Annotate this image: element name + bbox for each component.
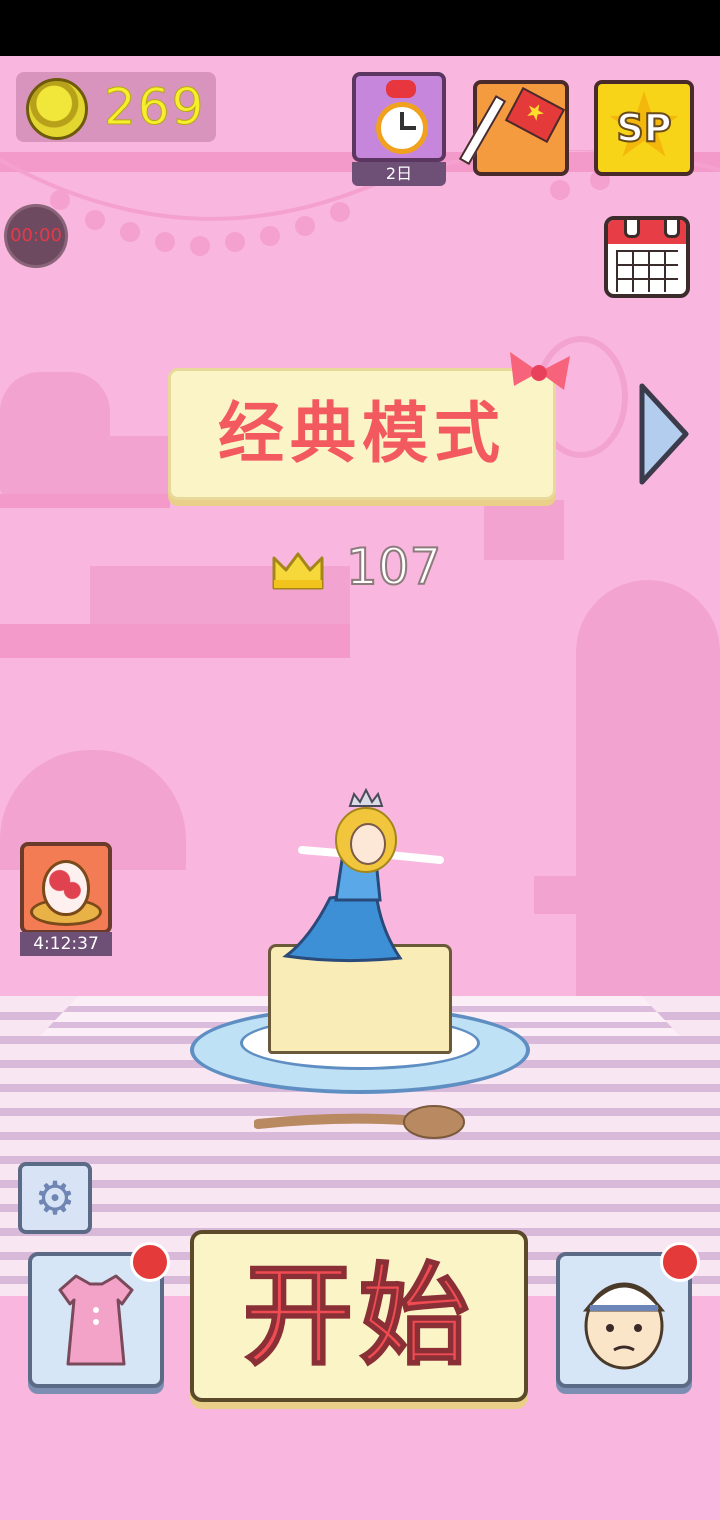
mode-title: 经典模式 <box>218 395 506 472</box>
best-score: 107 <box>345 537 442 597</box>
calendar-ring <box>664 220 680 238</box>
egg-icon <box>42 860 90 916</box>
daily-reward-button[interactable] <box>352 72 446 162</box>
flag-button[interactable]: ★ <box>458 80 569 176</box>
clock-hand <box>400 126 416 130</box>
notification-dot <box>130 1242 170 1282</box>
bow-icon <box>510 352 570 390</box>
calendar-button[interactable] <box>604 216 690 298</box>
calendar-grid <box>616 250 678 292</box>
gear-icon: ⚙ <box>34 1171 76 1225</box>
sp-button[interactable]: ★ SP <box>594 78 694 176</box>
box-silhouette <box>108 436 168 498</box>
settings-button[interactable]: ⚙ <box>18 1162 92 1234</box>
egg-reward-button[interactable] <box>20 842 112 934</box>
egg-countdown: 4:12:37 <box>20 932 112 956</box>
mode-selector-card[interactable]: 经典模式 <box>168 368 556 500</box>
next-arrow-icon[interactable] <box>636 380 692 488</box>
book-silhouette <box>484 500 564 560</box>
princess-character <box>282 788 444 963</box>
wooden-spoon <box>254 1105 465 1139</box>
calendar-ring <box>624 220 640 238</box>
sp-label: SP <box>615 105 672 151</box>
status-bar <box>0 0 720 56</box>
crown-icon <box>272 552 324 590</box>
start-label: 开始 <box>242 1251 475 1381</box>
counter-silhouette <box>534 876 720 914</box>
daily-reward-label: 2日 <box>352 162 446 186</box>
elapsed-timer: 00:00 <box>4 204 68 268</box>
middle-shelf <box>0 624 350 658</box>
left-shelf <box>0 494 170 508</box>
coin-icon <box>26 78 88 140</box>
teddy-bear-silhouette <box>0 372 110 498</box>
arch-silhouette <box>576 580 720 1000</box>
notification-dot <box>660 1242 700 1282</box>
coin-count: 269 <box>103 78 206 137</box>
bow-icon <box>386 80 416 98</box>
start-button[interactable]: 开始 <box>190 1230 528 1402</box>
